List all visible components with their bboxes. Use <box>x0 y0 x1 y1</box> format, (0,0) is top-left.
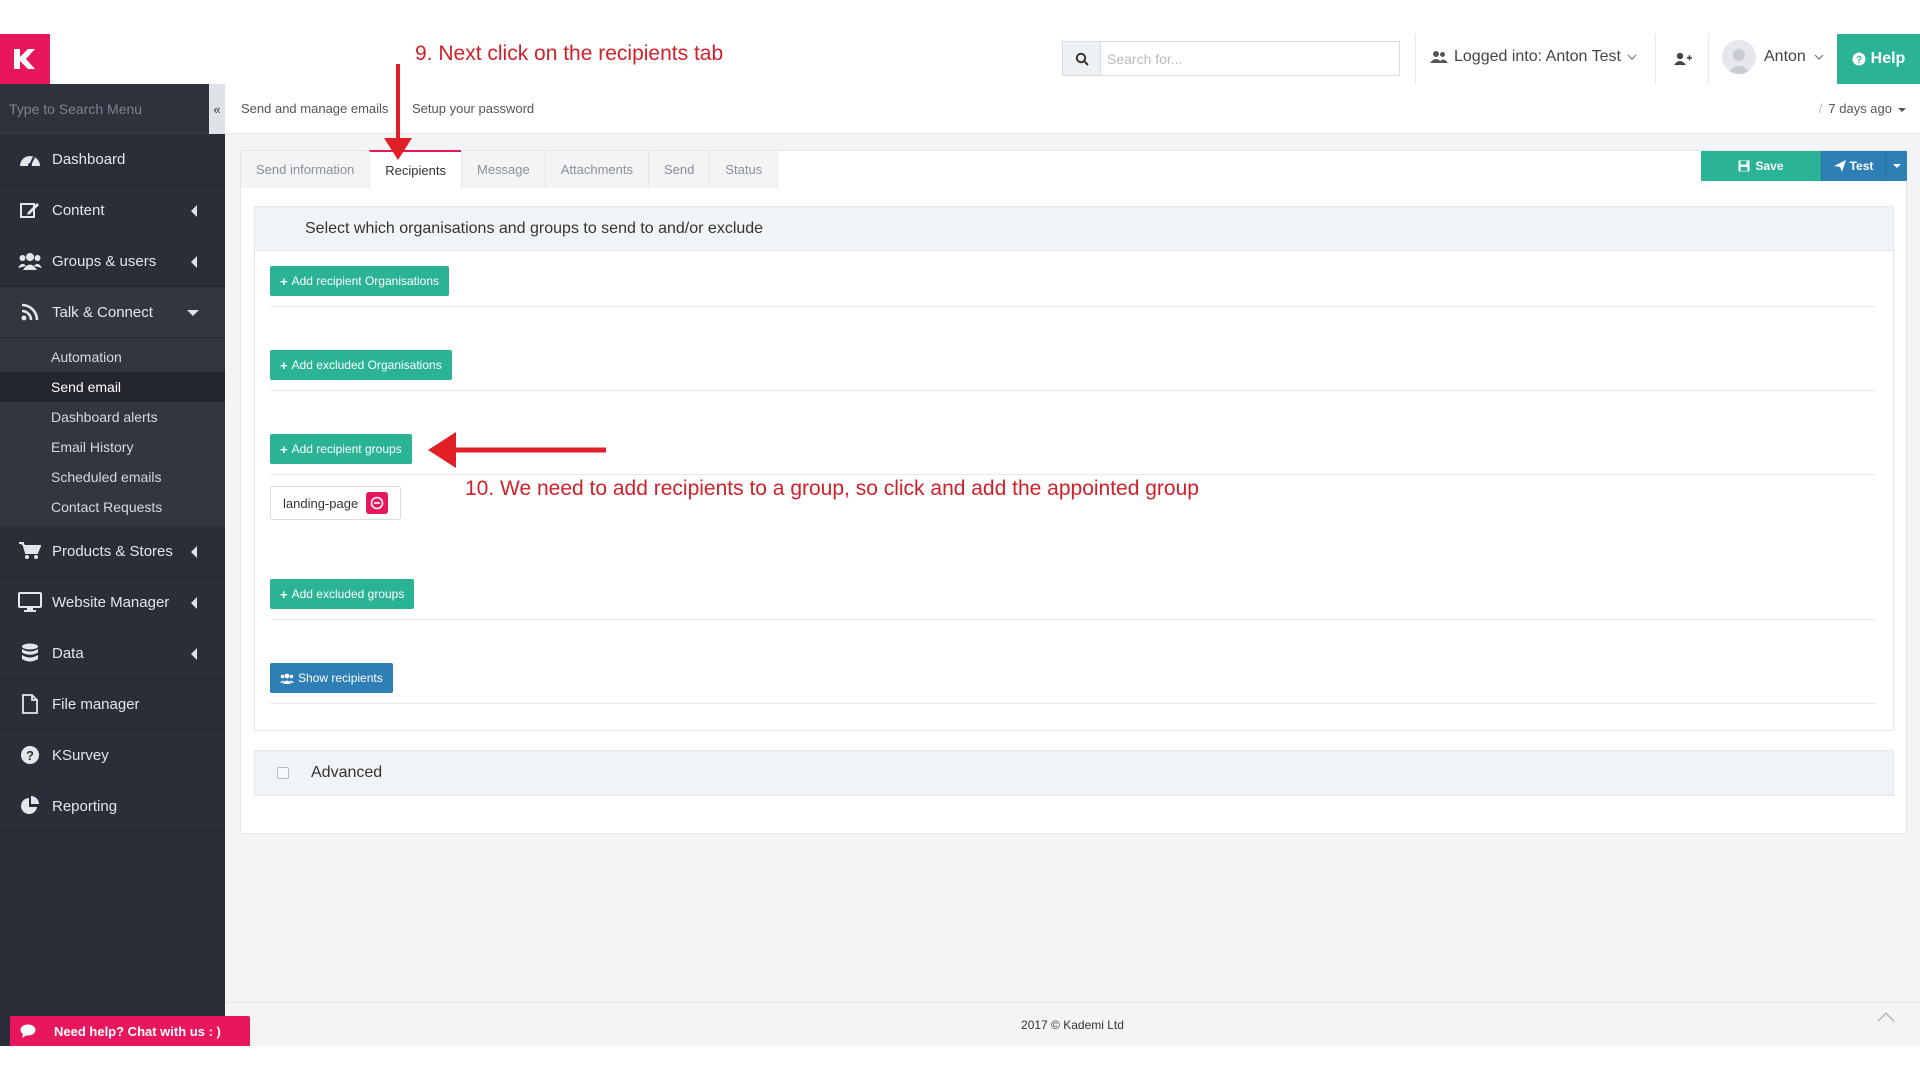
annotation-arrows <box>384 64 606 468</box>
annotation-arrow-left <box>428 432 606 468</box>
annotation-arrow-down <box>384 64 412 160</box>
